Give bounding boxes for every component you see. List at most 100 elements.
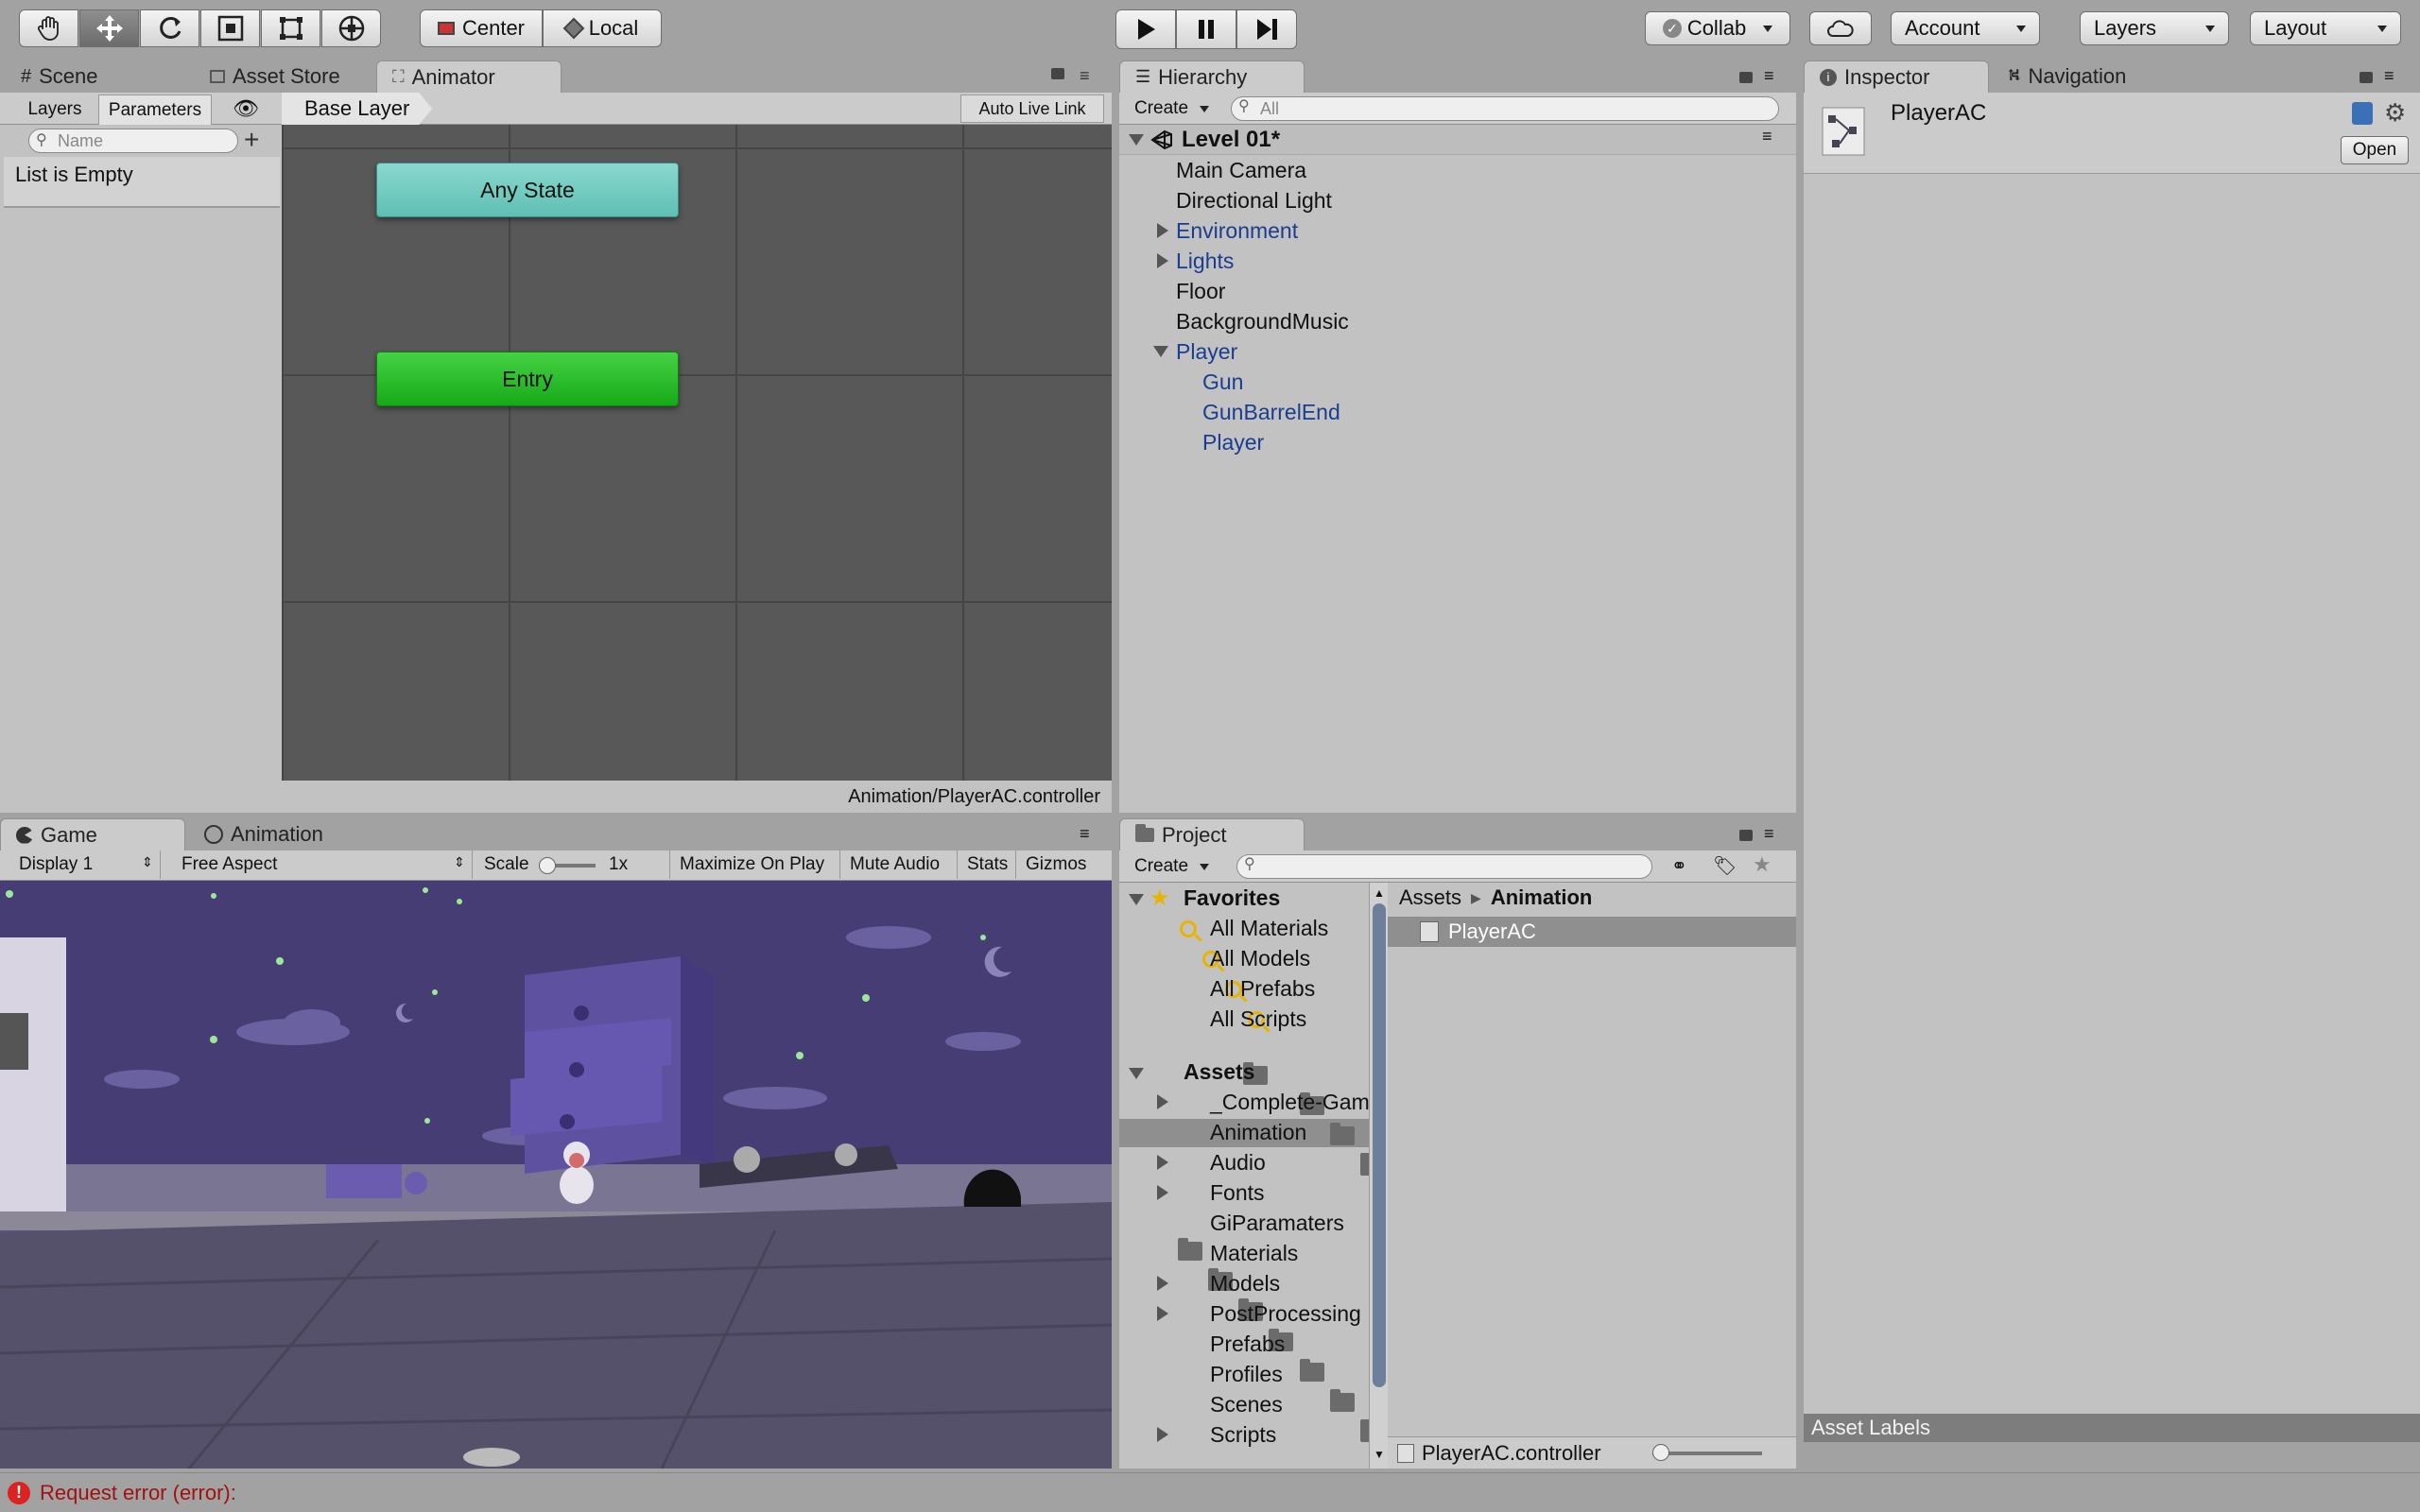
- collapse-arrow-icon[interactable]: [1129, 1068, 1144, 1079]
- project-folder[interactable]: Prefabs: [1210, 1329, 1285, 1359]
- favorite-star-icon[interactable]: ★: [1753, 852, 1772, 877]
- hierarchy-item[interactable]: Player: [1176, 336, 1237, 367]
- tab-animation[interactable]: Animation: [189, 818, 338, 850]
- game-menu-icon[interactable]: ≡: [1080, 824, 1090, 844]
- panel-menu-icon[interactable]: ≡: [1080, 66, 1090, 86]
- tab-game[interactable]: Game: [0, 818, 185, 850]
- favorite-item[interactable]: All Materials: [1210, 913, 1328, 943]
- hierarchy-item[interactable]: Player: [1202, 427, 1264, 457]
- state-any-state[interactable]: Any State: [376, 163, 679, 217]
- expand-arrow-icon[interactable]: [1157, 1155, 1168, 1170]
- favorite-item[interactable]: All Prefabs: [1210, 973, 1315, 1004]
- scene-header[interactable]: Level 01* ≡: [1119, 125, 1796, 155]
- project-search-input[interactable]: [1236, 854, 1652, 879]
- auto-live-link-button[interactable]: Auto Live Link: [960, 94, 1104, 123]
- project-create-dropdown[interactable]: Create: [1125, 852, 1219, 881]
- hierarchy-item[interactable]: Floor: [1176, 276, 1225, 306]
- hierarchy-search-input[interactable]: All: [1231, 96, 1779, 121]
- tab-animator[interactable]: ⛶ Animator: [376, 60, 562, 93]
- rotate-tool-button[interactable]: [140, 9, 199, 47]
- play-button[interactable]: [1115, 9, 1176, 49]
- tab-asset-store[interactable]: Asset Store: [195, 60, 355, 93]
- expand-arrow-icon[interactable]: [1157, 223, 1168, 238]
- icon-size-slider[interactable]: [1652, 1444, 1762, 1461]
- collapse-arrow-icon[interactable]: [1153, 346, 1168, 357]
- project-folder[interactable]: Scripts: [1210, 1419, 1276, 1450]
- project-folder[interactable]: Profiles: [1210, 1359, 1283, 1389]
- pivot-center-button[interactable]: Center: [420, 9, 543, 47]
- pause-button[interactable]: [1176, 9, 1236, 49]
- tab-project[interactable]: Project: [1119, 818, 1305, 850]
- expand-arrow-icon[interactable]: [1157, 253, 1168, 268]
- hierarchy-menu-icon[interactable]: ≡: [1764, 66, 1774, 86]
- layout-dropdown[interactable]: Layout: [2250, 11, 2401, 45]
- maximize-on-play-toggle[interactable]: Maximize On Play: [669, 850, 834, 879]
- scene-menu-icon[interactable]: ≡: [1762, 127, 1772, 146]
- state-entry[interactable]: Entry: [376, 352, 679, 406]
- path-assets[interactable]: Assets: [1399, 885, 1461, 910]
- hierarchy-item[interactable]: BackgroundMusic: [1176, 306, 1349, 336]
- project-folder[interactable]: PostProcessing: [1210, 1298, 1361, 1329]
- open-button[interactable]: Open: [2341, 136, 2409, 164]
- mute-audio-toggle[interactable]: Mute Audio: [839, 850, 949, 879]
- filter-by-label-icon[interactable]: 🏷: [1713, 854, 1737, 878]
- game-viewport[interactable]: [0, 881, 1112, 1469]
- project-lock-icon[interactable]: [1739, 830, 1753, 841]
- favorite-item[interactable]: All Scripts: [1210, 1004, 1306, 1034]
- hierarchy-item[interactable]: Environment: [1176, 215, 1298, 246]
- layers-dropdown[interactable]: Layers: [2080, 11, 2229, 45]
- tab-parameters[interactable]: Parameters: [98, 94, 212, 125]
- transform-tool-button[interactable]: [321, 9, 381, 47]
- breadcrumb-base-layer[interactable]: Base Layer: [282, 93, 432, 125]
- hand-tool-button[interactable]: [19, 9, 78, 47]
- aspect-dropdown[interactable]: Free Aspect: [172, 850, 473, 879]
- expand-arrow-icon[interactable]: [1157, 1427, 1168, 1442]
- path-current[interactable]: Animation: [1491, 885, 1593, 910]
- tab-layers[interactable]: Layers: [13, 96, 96, 123]
- assets-header[interactable]: Assets: [1184, 1057, 1254, 1087]
- stats-toggle[interactable]: Stats: [957, 850, 1017, 879]
- scale-slider-thumb[interactable]: [539, 857, 556, 874]
- tree-scrollbar[interactable]: ▲ ▼: [1369, 883, 1388, 1469]
- expand-arrow-icon[interactable]: [1157, 1276, 1168, 1291]
- inspector-menu-icon[interactable]: ≡: [2384, 66, 2394, 86]
- project-folder[interactable]: Scenes: [1210, 1389, 1283, 1419]
- eye-icon[interactable]: 👁: [233, 96, 259, 121]
- hierarchy-create-dropdown[interactable]: Create: [1125, 94, 1219, 123]
- icon-size-slider-thumb[interactable]: [1652, 1444, 1669, 1461]
- hierarchy-item[interactable]: Gun: [1202, 367, 1243, 397]
- asset-item-selected[interactable]: PlayerAC: [1388, 917, 1796, 947]
- status-bar[interactable]: ! Request error (error):: [0, 1472, 2420, 1512]
- collapse-arrow-icon[interactable]: [1129, 894, 1144, 905]
- hierarchy-item[interactable]: Main Camera: [1176, 155, 1306, 185]
- inspector-lock-icon[interactable]: [2360, 72, 2373, 83]
- asset-labels-bar[interactable]: Asset Labels: [1804, 1414, 2420, 1442]
- project-folder[interactable]: Fonts: [1210, 1177, 1265, 1208]
- step-button[interactable]: [1236, 9, 1297, 49]
- collab-dropdown[interactable]: ✓ Collab: [1645, 11, 1790, 45]
- project-folder[interactable]: GiParamaters: [1210, 1208, 1344, 1238]
- scroll-up-icon[interactable]: ▲: [1374, 886, 1385, 900]
- help-book-icon[interactable]: [2352, 102, 2373, 125]
- project-folder[interactable]: Models: [1210, 1268, 1280, 1298]
- hierarchy-item[interactable]: GunBarrelEnd: [1202, 397, 1340, 427]
- hierarchy-item[interactable]: Lights: [1176, 246, 1234, 276]
- move-tool-button[interactable]: [79, 9, 139, 47]
- cloud-button[interactable]: [1809, 11, 1872, 45]
- hierarchy-item[interactable]: Directional Light: [1176, 185, 1332, 215]
- rect-tool-button[interactable]: [261, 9, 320, 47]
- parameter-search-input[interactable]: Name: [28, 129, 238, 153]
- scale-tool-button[interactable]: [200, 9, 260, 47]
- favorite-item[interactable]: All Models: [1210, 943, 1310, 973]
- project-folder[interactable]: Audio: [1210, 1147, 1266, 1177]
- settings-gear-icon[interactable]: ⚙: [2384, 98, 2406, 128]
- tab-scene[interactable]: # Scene: [6, 60, 113, 93]
- expand-arrow-icon[interactable]: [1129, 134, 1144, 146]
- scroll-down-icon[interactable]: ▼: [1374, 1448, 1385, 1461]
- tab-navigation[interactable]: ⛕ Navigation: [1993, 60, 2141, 93]
- tab-hierarchy[interactable]: ☰ Hierarchy: [1119, 60, 1305, 93]
- favorites-header[interactable]: Favorites: [1184, 883, 1280, 913]
- filter-by-type-icon[interactable]: ⚭: [1671, 854, 1687, 878]
- project-folder[interactable]: Materials: [1210, 1238, 1298, 1268]
- hierarchy-lock-icon[interactable]: [1739, 72, 1753, 83]
